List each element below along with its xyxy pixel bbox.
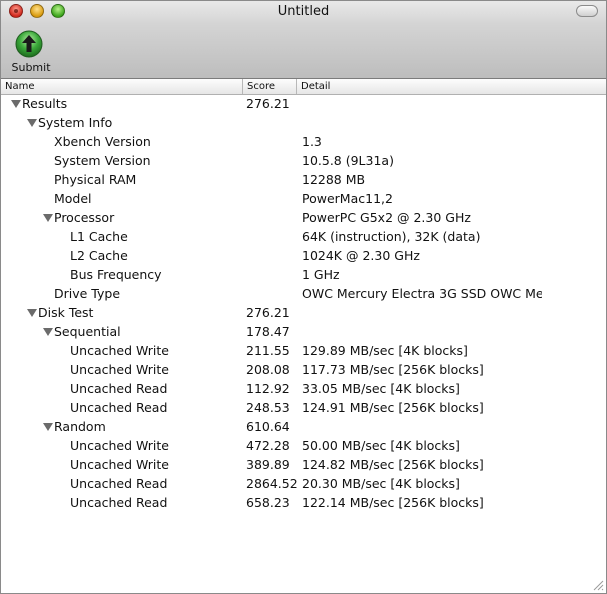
disclosure-triangle-icon[interactable] (43, 423, 53, 431)
row-name: Sequential (54, 324, 121, 339)
row-detail: PowerPC G5x2 @ 2.30 GHz (302, 210, 471, 225)
title-bar: Untitled Submit (1, 1, 606, 79)
row-score: 658.23 (246, 495, 290, 510)
row-detail: OWC Mercury Electra 3G SSD OWC Mercury (302, 286, 542, 301)
row-score: 610.64 (246, 419, 290, 434)
row-detail: 117.73 MB/sec [256K blocks] (302, 362, 484, 377)
row-detail: PowerMac11,2 (302, 191, 393, 206)
outline-row[interactable]: Uncached Read 2864.52 20.30 MB/sec [4K blo… (1, 475, 606, 494)
row-score: 248.53 (246, 400, 290, 415)
outline-row[interactable]: Bus Frequency 1 GHz (1, 266, 606, 285)
row-name: System Info (38, 115, 113, 130)
row-score: 208.08 (246, 362, 290, 377)
row-detail: 50.00 MB/sec [4K blocks] (302, 438, 460, 453)
outline-row[interactable]: Uncached Write 211.55 129.89 MB/sec [4K bl… (1, 342, 606, 361)
outline-row[interactable]: Drive Type OWC Mercury Electra 3G SSD OWC… (1, 285, 606, 304)
row-name: Disk Test (38, 305, 94, 320)
row-score: 389.89 (246, 457, 290, 472)
disclosure-triangle-icon[interactable] (27, 119, 37, 127)
row-detail: 122.14 MB/sec [256K blocks] (302, 495, 484, 510)
outline-row[interactable]: Sequential 178.47 (1, 323, 606, 342)
outline-row[interactable]: Uncached Write 208.08 117.73 MB/sec [256K … (1, 361, 606, 380)
row-detail: 1 GHz (302, 267, 340, 282)
row-score: 276.21 (246, 305, 290, 320)
row-detail: 33.05 MB/sec [4K blocks] (302, 381, 460, 396)
row-name: Uncached Read (70, 476, 168, 491)
row-detail: 124.91 MB/sec [256K blocks] (302, 400, 484, 415)
outline-row[interactable]: Xbench Version 1.3 (1, 133, 606, 152)
row-detail: 129.89 MB/sec [4K blocks] (302, 343, 468, 358)
row-score: 276.21 (246, 96, 290, 111)
row-score: 2864.52 (246, 476, 298, 491)
row-name: Physical RAM (54, 172, 137, 187)
outline-row[interactable]: Model PowerMac11,2 (1, 190, 606, 209)
submit-label: Submit (11, 61, 51, 74)
submit-arrow-icon (15, 30, 43, 58)
outline-row[interactable]: System Version 10.5.8 (9L31a) (1, 152, 606, 171)
row-name: Xbench Version (54, 134, 151, 149)
outline-row[interactable]: Uncached Read 248.53 124.91 MB/sec [256K b… (1, 399, 606, 418)
outline-row[interactable]: Physical RAM 12288 MB (1, 171, 606, 190)
column-header-detail[interactable]: Detail (297, 79, 606, 94)
resize-grip-icon[interactable] (592, 579, 604, 591)
row-score: 112.92 (246, 381, 290, 396)
row-detail: 12288 MB (302, 172, 366, 187)
row-detail: 1024K @ 2.30 GHz (302, 248, 420, 263)
row-name: Uncached Read (70, 381, 168, 396)
row-name: Random (54, 419, 106, 434)
outline-row[interactable]: L1 Cache 64K (instruction), 32K (data) (1, 228, 606, 247)
row-name: Processor (54, 210, 115, 225)
column-header-name[interactable]: Name (1, 79, 243, 94)
outline-row[interactable]: Uncached Write 472.28 50.00 MB/sec [4K blo… (1, 437, 606, 456)
outline-row[interactable]: Uncached Read 658.23 122.14 MB/sec [256K b… (1, 494, 606, 513)
outline-row[interactable]: L2 Cache 1024K @ 2.30 GHz (1, 247, 606, 266)
disclosure-triangle-icon[interactable] (11, 100, 21, 108)
outline-row[interactable]: Uncached Read 112.92 33.05 MB/sec [4K bloc… (1, 380, 606, 399)
outline-row[interactable]: System Info (1, 114, 606, 133)
table-header: Name Score Detail (1, 79, 606, 95)
row-detail: 10.5.8 (9L31a) (302, 153, 394, 168)
row-name: L1 Cache (70, 229, 128, 244)
submit-button[interactable]: Submit (10, 30, 52, 76)
outline-row[interactable]: Processor PowerPC G5x2 @ 2.30 GHz (1, 209, 606, 228)
outline-row[interactable]: Disk Test 276.21 (1, 304, 606, 323)
row-detail: 1.3 (302, 134, 322, 149)
outline-row[interactable]: Results 276.21 (1, 95, 606, 114)
row-name: Bus Frequency (70, 267, 162, 282)
row-name: Drive Type (54, 286, 121, 301)
toolbar-toggle-button[interactable] (576, 5, 598, 17)
disclosure-triangle-icon[interactable] (27, 309, 37, 317)
row-detail: 64K (instruction), 32K (data) (302, 229, 481, 244)
row-score: 472.28 (246, 438, 290, 453)
outline-row[interactable]: Random 610.64 (1, 418, 606, 437)
window-title: Untitled (277, 4, 330, 19)
row-name: System Version (54, 153, 151, 168)
column-header-score[interactable]: Score (243, 79, 297, 94)
row-name: Results (22, 96, 68, 111)
outline-row[interactable]: Uncached Write 389.89 124.82 MB/sec [256K … (1, 456, 606, 475)
row-name: Model (54, 191, 92, 206)
row-name: Uncached Read (70, 495, 168, 510)
app-window: Untitled Submit Name Score Detail Result… (0, 0, 607, 594)
disclosure-triangle-icon[interactable] (43, 328, 53, 336)
row-name: Uncached Write (70, 362, 169, 377)
row-score: 211.55 (246, 343, 290, 358)
row-name: Uncached Write (70, 438, 169, 453)
disclosure-triangle-icon[interactable] (43, 214, 53, 222)
row-name: L2 Cache (70, 248, 128, 263)
row-detail: 20.30 MB/sec [4K blocks] (302, 476, 460, 491)
row-name: Uncached Read (70, 400, 168, 415)
row-name: Uncached Write (70, 343, 169, 358)
row-name: Uncached Write (70, 457, 169, 472)
row-score: 178.47 (246, 324, 290, 339)
row-detail: 124.82 MB/sec [256K blocks] (302, 457, 484, 472)
